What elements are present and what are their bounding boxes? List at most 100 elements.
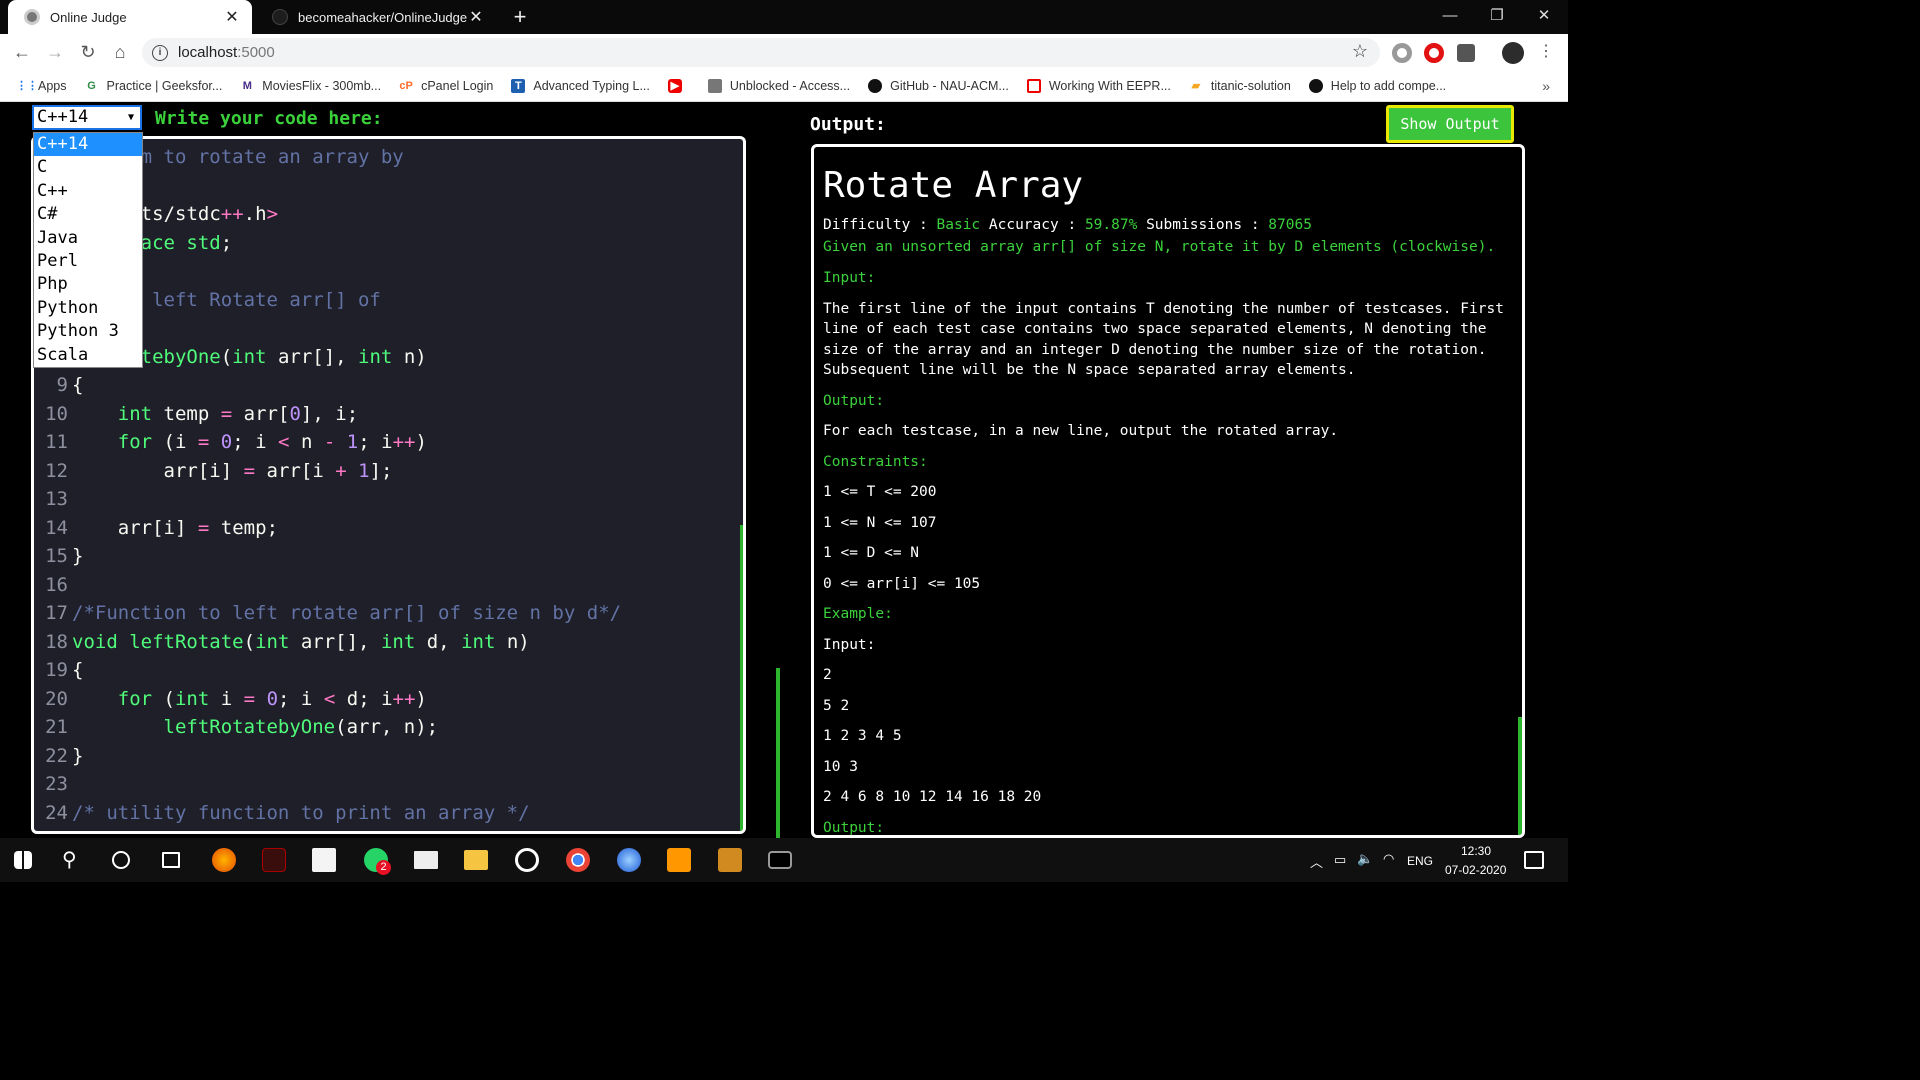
predator-icon[interactable] [262,848,286,872]
code-line[interactable]: 23 [34,770,734,798]
language-option-php[interactable]: Php [34,273,142,296]
search-icon[interactable]: ⚲ [62,848,86,872]
bookmark-unblocked[interactable]: Unblocked - Access... [707,79,850,93]
cube-extension-icon[interactable] [1457,44,1475,62]
code-line[interactable]: 12 arr[i] = arr[i + 1]; [34,457,734,485]
input-language[interactable]: ENG [1407,854,1433,868]
language-option-c[interactable]: C [34,156,142,179]
bookmark-moviesflix[interactable]: M MoviesFlix - 300mb... [240,79,381,93]
editor-scrollbar[interactable] [740,525,743,831]
forward-icon[interactable]: → [43,40,67,64]
terminal-icon[interactable] [768,851,792,869]
code-line[interactable]: 10 int temp = arr[0], i; [34,400,734,428]
github-icon [272,9,288,25]
task-view-icon[interactable] [162,852,180,868]
bookmark-cpanel[interactable]: cP cPanel Login [399,79,493,93]
close-tab-icon[interactable]: ✕ [468,7,484,27]
bookmark-typing[interactable]: T Advanced Typing L... [511,79,650,93]
wifi-icon[interactable]: ◠ [1383,851,1394,867]
page-divider-scrollbar[interactable] [776,668,780,840]
bookmark-geeksforgeeks[interactable]: G Practice | Geeksfor... [85,79,222,93]
language-option-java[interactable]: Java [34,227,142,250]
difficulty-label: Difficulty : [823,217,928,233]
language-dropdown: C++14 C C++ C# Java Perl Php Python Pyth… [33,132,143,368]
line-number: 12 [45,459,68,482]
bookmarks-overflow-icon[interactable]: » [1542,78,1550,94]
bookmark-github-nau[interactable]: GitHub - NAU-ACM... [868,79,1009,93]
mail-icon[interactable] [414,851,438,869]
windows-start-icon[interactable] [14,851,32,869]
close-window-button[interactable]: ✕ [1524,2,1564,30]
bookmark-apps[interactable]: ⋮⋮ Apps [16,79,67,93]
address-bar[interactable]: i localhost:5000 ☆ [142,38,1380,67]
new-tab-button[interactable]: + [508,4,532,30]
firefox-icon[interactable] [212,848,236,872]
code-line[interactable]: 20 for (int i = 0; i < d; i++) [34,685,734,713]
language-option-cpp14[interactable]: C++14 [34,133,142,157]
code-line[interactable]: 13 [34,485,734,513]
close-tab-icon[interactable]: ✕ [224,7,240,27]
code-line[interactable]: 15} [34,542,734,570]
home-icon[interactable]: ⌂ [108,40,132,64]
code-line[interactable]: 16 [34,571,734,599]
bookmark-titanic[interactable]: ▰ titanic-solution [1189,79,1291,93]
code-line[interactable]: 17/*Function to left rotate arr[] of siz… [34,599,734,627]
code-line[interactable]: 21 leftRotatebyOne(arr, n); [34,713,734,741]
language-option-scala[interactable]: Scala [34,344,142,367]
language-option-perl[interactable]: Perl [34,250,142,273]
code-text: leftRotatebyOne(arr, n); [163,716,439,738]
tab-github-onlinejudge[interactable]: becomeahacker/OnlineJudge ✕ [256,0,496,34]
line-number: 20 [45,687,68,710]
cortana-icon[interactable] [112,851,130,869]
accuracy-label: Accuracy : [988,217,1077,233]
code-line[interactable]: 14 arr[i] = temp; [34,514,734,542]
code-line[interactable]: 11 for (i = 0; i < n - 1; i++) [34,428,734,456]
example-line: 2 [823,667,832,683]
code-line[interactable]: 24/* utility function to print an array … [34,799,734,827]
groove-icon[interactable] [515,848,539,872]
minimize-button[interactable]: — [1430,2,1470,30]
battery-icon[interactable]: ▭ [1334,852,1346,868]
profile-avatar[interactable] [1502,42,1524,64]
reload-icon[interactable]: ↻ [76,40,100,64]
bookmark-youtube[interactable]: ▶ [667,79,690,93]
notifications-icon[interactable] [1524,851,1544,869]
constraint-item: 1 <= N <= 107 [823,514,937,531]
show-output-button[interactable]: Show Output [1386,105,1514,143]
language-option-python3[interactable]: Python 3 [34,320,142,343]
language-select[interactable]: C++14 ▼ [32,105,142,130]
clock-date[interactable]: 07-02-2020 [1445,863,1506,877]
line-number: 16 [45,573,68,596]
submissions-value: 87065 [1268,217,1312,233]
restore-button[interactable]: ❐ [1477,2,1517,30]
chrome-icon[interactable] [566,848,590,872]
menu-kebab-icon[interactable]: ⋮ [1534,40,1558,64]
code-line[interactable]: 18 void leftRotate(int arr[], int d, int … [34,628,734,656]
language-option-cpp[interactable]: C++ [34,180,142,203]
site-info-icon[interactable]: i [152,44,168,61]
code-line[interactable]: 9{ [34,371,734,399]
language-option-csharp[interactable]: C# [34,203,142,226]
extension-icon[interactable] [1392,43,1412,63]
sublime-text-icon[interactable] [667,848,691,872]
file-explorer-icon[interactable] [464,850,488,870]
tray-chevron-icon[interactable]: ︿ [1310,852,1323,871]
language-option-python[interactable]: Python [34,297,142,320]
clock-time[interactable]: 12:30 [1461,844,1491,858]
submissions-label: Submissions : [1146,217,1260,233]
tab-online-judge[interactable]: Online Judge ✕ [8,0,252,34]
counter-strike-icon[interactable] [718,848,742,872]
opera-icon[interactable] [1424,43,1444,63]
bookmark-eepr[interactable]: Working With EEPR... [1026,79,1171,93]
problem-scrollbar[interactable] [1518,717,1522,835]
bookmark-help-compe[interactable]: Help to add compe... [1308,79,1446,93]
apps-grid-icon: ⋮⋮ [16,80,38,92]
volume-icon[interactable]: 🔈 [1357,851,1373,867]
write-code-label: Write your code here: [155,108,383,129]
bookmark-star-icon[interactable]: ☆ [1352,41,1368,62]
store-icon[interactable] [312,848,336,872]
code-line[interactable]: 22} [34,742,734,770]
code-line[interactable]: 19{ [34,656,734,684]
back-icon[interactable]: ← [10,40,34,64]
blue-globe-icon[interactable] [617,848,641,872]
